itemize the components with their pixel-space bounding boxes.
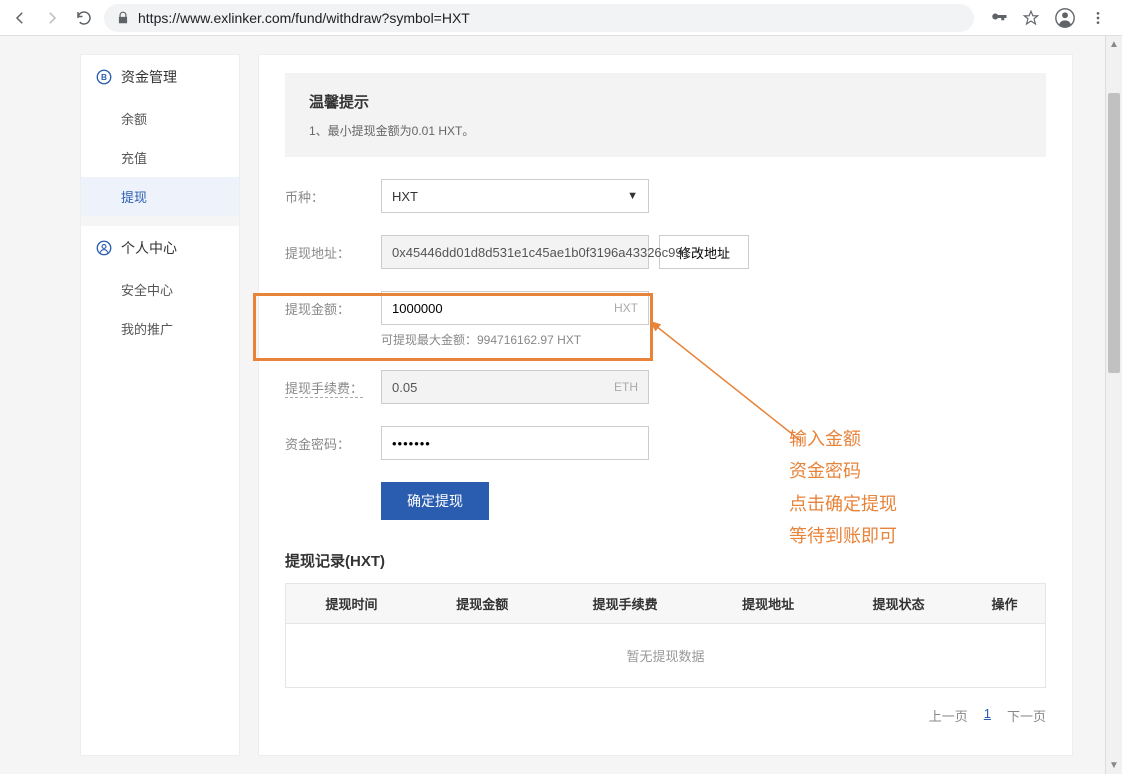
empty-text: 暂无提现数据 [286, 624, 1046, 688]
sidebar-item-balance[interactable]: 余额 [81, 99, 239, 138]
select-coin[interactable]: HXT ▼ [381, 179, 649, 213]
input-fee: 0.05 ETH [381, 370, 649, 404]
menu-icon[interactable] [1090, 10, 1106, 26]
page-number[interactable]: 1 [984, 706, 991, 725]
sidebar: B 资金管理 余额 充值 提现 个人中心 安全中心 我的推广 [80, 54, 240, 756]
sidebar-item-deposit[interactable]: 充值 [81, 138, 239, 177]
url-text: https://www.exlinker.com/fund/withdraw?s… [138, 10, 962, 26]
address-bar[interactable]: https://www.exlinker.com/fund/withdraw?s… [104, 4, 974, 32]
sidebar-item-security[interactable]: 安全中心 [81, 270, 239, 309]
bitcoin-icon: B [95, 68, 113, 86]
row-fee: 提现手续费： 0.05 ETH [285, 370, 1046, 404]
fee-unit: ETH [614, 380, 638, 394]
back-button[interactable] [8, 6, 32, 30]
notice-text: 1、最小提现金额为0.01 HXT。 [309, 122, 1022, 139]
sidebar-section-fund: B 资金管理 [81, 55, 239, 99]
row-coin: 币种： HXT ▼ [285, 179, 1046, 213]
table-empty-row: 暂无提现数据 [286, 624, 1046, 688]
th-address: 提现地址 [703, 584, 834, 624]
amount-unit: HXT [614, 301, 638, 315]
annotation-line: 点击确定提现 [789, 488, 897, 520]
key-icon[interactable] [990, 9, 1008, 27]
input-amount[interactable] [392, 301, 614, 316]
sidebar-item-referral[interactable]: 我的推广 [81, 309, 239, 348]
max-amount-hint: 可提现最大金额：994716162.97 HXT [381, 331, 649, 348]
label-coin: 币种： [285, 179, 381, 206]
annotation-line: 输入金额 [789, 423, 897, 455]
sidebar-section-personal: 个人中心 [81, 226, 239, 270]
lock-icon [116, 11, 130, 25]
row-password: 资金密码： [285, 426, 1046, 460]
caret-down-icon: ▼ [627, 190, 638, 202]
th-time: 提现时间 [286, 584, 417, 624]
label-amount: 提现金额： [285, 291, 381, 318]
input-password-wrap [381, 426, 649, 460]
user-icon [95, 239, 113, 257]
row-amount: 提现金额： HXT 可提现最大金额：994716162.97 HXT [285, 291, 1046, 348]
prev-page-button[interactable]: 上一页 [929, 706, 968, 725]
th-fee: 提现手续费 [547, 584, 702, 624]
label-password: 资金密码： [285, 426, 381, 453]
annotation-line: 等待到账即可 [789, 520, 897, 552]
star-icon[interactable] [1022, 9, 1040, 27]
records-title: 提现记录(HXT) [285, 550, 1046, 571]
profile-icon[interactable] [1054, 7, 1076, 29]
notice-title: 温馨提示 [309, 91, 1022, 112]
submit-withdraw-button[interactable]: 确定提现 [381, 482, 489, 520]
reload-icon [75, 9, 93, 27]
scroll-down-icon[interactable]: ▼ [1106, 757, 1122, 774]
scroll-thumb[interactable] [1108, 93, 1120, 373]
input-password[interactable] [392, 436, 638, 451]
next-page-button[interactable]: 下一页 [1007, 706, 1046, 725]
scroll-track[interactable] [1106, 53, 1122, 757]
annotation-line: 资金密码 [789, 455, 897, 487]
th-amount: 提现金额 [417, 584, 548, 624]
notice-box: 温馨提示 1、最小提现金额为0.01 HXT。 [285, 73, 1046, 157]
th-status: 提现状态 [833, 584, 964, 624]
vertical-scrollbar[interactable]: ▲ ▼ [1105, 36, 1122, 774]
th-action: 操作 [964, 584, 1046, 624]
arrow-left-icon [11, 9, 29, 27]
row-address: 提现地址： 0x45446dd01d8d531e1c45ae1b0f3196a4… [285, 235, 1046, 269]
page-body: B 资金管理 余额 充值 提现 个人中心 安全中心 我的推广 温馨提示 1、 [0, 36, 1122, 774]
forward-button[interactable] [40, 6, 64, 30]
row-submit: 确定提现 [285, 482, 1046, 520]
scroll-up-icon[interactable]: ▲ [1106, 36, 1122, 53]
arrow-right-icon [43, 9, 61, 27]
records-table: 提现时间 提现金额 提现手续费 提现地址 提现状态 操作 暂无提现数据 [285, 583, 1046, 688]
sidebar-item-withdraw[interactable]: 提现 [81, 177, 239, 216]
browser-toolbar: https://www.exlinker.com/fund/withdraw?s… [0, 0, 1122, 36]
address-value: 0x45446dd01d8d531e1c45ae1b0f3196a43326c9… [392, 245, 690, 260]
select-coin-value: HXT [392, 189, 418, 204]
sidebar-section-title: 个人中心 [121, 238, 177, 258]
label-address: 提现地址： [285, 235, 381, 262]
browser-right-icons [982, 7, 1114, 29]
annotation-text: 输入金额 资金密码 点击确定提现 等待到账即可 [789, 423, 897, 553]
fee-value: 0.05 [392, 380, 417, 395]
reload-button[interactable] [72, 6, 96, 30]
label-fee: 提现手续费： [285, 370, 381, 398]
input-amount-wrap: HXT [381, 291, 649, 325]
sidebar-section-title: 资金管理 [121, 67, 177, 87]
main-panel: 温馨提示 1、最小提现金额为0.01 HXT。 币种： HXT ▼ 提现地址： [258, 54, 1073, 756]
sidebar-divider [81, 216, 239, 226]
table-header-row: 提现时间 提现金额 提现手续费 提现地址 提现状态 操作 [286, 584, 1046, 624]
svg-text:B: B [101, 73, 107, 82]
pagination: 上一页 1 下一页 [285, 706, 1046, 725]
input-address: 0x45446dd01d8d531e1c45ae1b0f3196a43326c9… [381, 235, 649, 269]
